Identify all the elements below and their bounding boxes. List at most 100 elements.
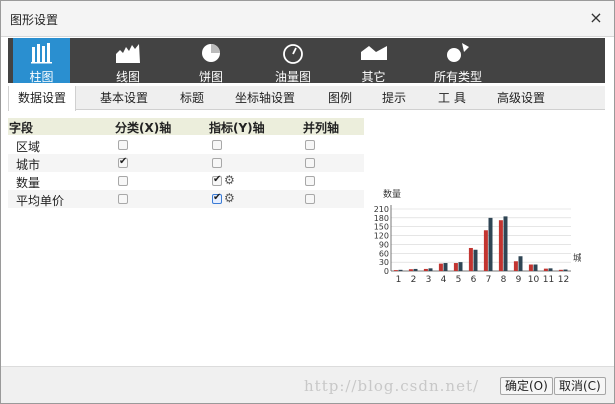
chart-type-other-button[interactable]: 其它 (351, 38, 396, 84)
chart-bar (488, 217, 493, 271)
chart-ytick-label: 120 (374, 232, 389, 241)
chart-ytick-label: 90 (379, 240, 389, 249)
chart-type-all-button[interactable]: 所有类型 (427, 38, 489, 84)
chart-type-pie-button[interactable]: 饼图 (186, 38, 236, 84)
tab-advanced-settings[interactable]: 高级设置 (497, 86, 545, 110)
dialog-title: 图形设置 (10, 13, 59, 27)
parallel-axis-checkbox[interactable] (305, 176, 315, 186)
tab-title[interactable]: 标题 (180, 86, 204, 110)
field-name: 城市 (16, 158, 41, 172)
other-chart-icon (360, 46, 387, 60)
chart-xtick-label: 12 (558, 275, 569, 285)
chart-type-gauge-button[interactable]: 油量图 (263, 38, 323, 84)
chart-bar (503, 216, 508, 271)
chart-xtick-label: 2 (411, 275, 417, 285)
chart-bar (453, 263, 458, 271)
chart-bar (458, 262, 463, 271)
chart-type-bar: 柱图 线图 饼图 油量图 其它 所有类型 (8, 38, 605, 84)
chart-xtick-label: 5 (456, 275, 462, 285)
chart-ytick-label: 210 (374, 205, 389, 214)
tab-legend[interactable]: 图例 (328, 86, 352, 110)
chart-xtick-label: 4 (441, 275, 447, 285)
field-grid-header: 字段 分类(X)轴 指标(Y)轴 并列轴 (8, 118, 364, 135)
chart-xtick-label: 11 (543, 275, 554, 285)
chart-bar (473, 249, 478, 271)
chart-xtick-label: 7 (486, 275, 492, 285)
tab-tooltip[interactable]: 提示 (382, 86, 406, 110)
gear-icon[interactable]: ⚙ (224, 191, 235, 205)
parallel-axis-checkbox[interactable] (305, 194, 315, 204)
dialog-footer: http://blog.csdn.net/ 确定(O) 取消(C) (1, 366, 614, 403)
chart-bar (558, 269, 563, 271)
ok-button[interactable]: 确定(O) (500, 377, 553, 395)
tab-data-settings[interactable]: 数据设置 (8, 86, 77, 111)
chart-ytick-label: 60 (379, 249, 389, 258)
gauge-icon (283, 44, 303, 64)
chart-bar (543, 268, 548, 271)
metric-axis-checkbox[interactable] (212, 192, 222, 204)
chart-xtick-label: 10 (528, 275, 540, 285)
chart-ytick-label: 150 (374, 223, 389, 232)
chart-bar (518, 256, 523, 271)
chart-bar (533, 264, 538, 271)
chart-bar (468, 247, 473, 271)
chart-bar (438, 263, 443, 271)
chart-bar (428, 268, 433, 271)
field-grid: 字段 分类(X)轴 指标(Y)轴 并列轴 区域 城市 数量 ⚙ 平均单价 (8, 118, 364, 208)
table-row: 平均单价 ⚙ (8, 190, 364, 208)
metric-axis-checkbox[interactable] (212, 140, 222, 150)
chart-type-label: 饼图 (198, 70, 223, 84)
chart-preview: 数量 城 03060901201501802101 2 3 4 5 6 7 8 9 10 11 12 (374, 188, 581, 285)
bar-chart-icon (30, 43, 52, 64)
chart-type-label: 油量图 (274, 70, 311, 84)
chart-bar (443, 263, 448, 271)
chart-xtick-label: 3 (426, 275, 432, 285)
category-axis-checkbox[interactable] (118, 156, 128, 168)
line-chart-icon (116, 44, 140, 63)
parallel-axis-checkbox[interactable] (305, 158, 315, 168)
chart-ytick-label: 180 (374, 214, 389, 223)
chart-type-label: 所有类型 (433, 70, 482, 84)
header-category-axis: 分类(X)轴 (115, 121, 172, 135)
chart-bar (548, 268, 553, 271)
pie-chart-icon (202, 44, 220, 62)
header-parallel-axis: 并列轴 (303, 121, 340, 135)
chart-xtick-label: 1 (396, 275, 402, 285)
metric-axis-checkbox[interactable] (212, 158, 222, 168)
cancel-button[interactable]: 取消(C) (554, 377, 606, 395)
category-axis-checkbox[interactable] (118, 194, 128, 204)
chart-type-label: 柱图 (29, 70, 54, 84)
gear-icon[interactable]: ⚙ (224, 173, 235, 187)
settings-tabs: 数据设置 基本设置 标题 坐标轴设置 图例 提示 工 具 高级设置 (8, 86, 605, 111)
chart-bar (423, 268, 428, 271)
field-name: 数量 (16, 176, 41, 190)
tab-axis-settings[interactable]: 坐标轴设置 (235, 86, 295, 110)
chart-settings-dialog: 图形设置 × 柱图 线图 饼图 油量图 其它 所有类型 数据设置 基本设置 标题… (0, 0, 615, 404)
chart-ylabel: 数量 (383, 188, 401, 200)
category-axis-checkbox[interactable] (118, 140, 128, 150)
category-axis-checkbox[interactable] (118, 176, 128, 186)
chart-type-bar-button[interactable]: 柱图 (13, 38, 70, 84)
chart-bar (563, 269, 568, 271)
field-name: 区域 (16, 140, 41, 154)
tab-basic-settings[interactable]: 基本设置 (100, 86, 148, 110)
header-metric-axis: 指标(Y)轴 (209, 121, 265, 135)
table-row: 数量 ⚙ (8, 172, 364, 190)
tab-tools[interactable]: 工 具 (438, 86, 466, 110)
table-row: 城市 (8, 154, 364, 172)
field-name: 平均单价 (16, 194, 65, 208)
chart-xtick-label: 9 (516, 275, 522, 285)
chart-xtick-label: 8 (501, 275, 507, 285)
chart-type-label: 线图 (115, 70, 140, 84)
parallel-axis-checkbox[interactable] (305, 140, 315, 150)
chart-bar (408, 269, 413, 271)
close-icon[interactable]: × (588, 9, 604, 27)
header-field: 字段 (9, 121, 34, 135)
chart-ytick-label: 0 (384, 267, 389, 276)
metric-axis-checkbox[interactable] (212, 174, 222, 186)
table-row: 区域 (8, 136, 364, 154)
chart-bar (483, 230, 488, 271)
chart-type-line-button[interactable]: 线图 (103, 38, 153, 84)
chart-bar (413, 268, 418, 271)
chart-bar (513, 261, 518, 271)
